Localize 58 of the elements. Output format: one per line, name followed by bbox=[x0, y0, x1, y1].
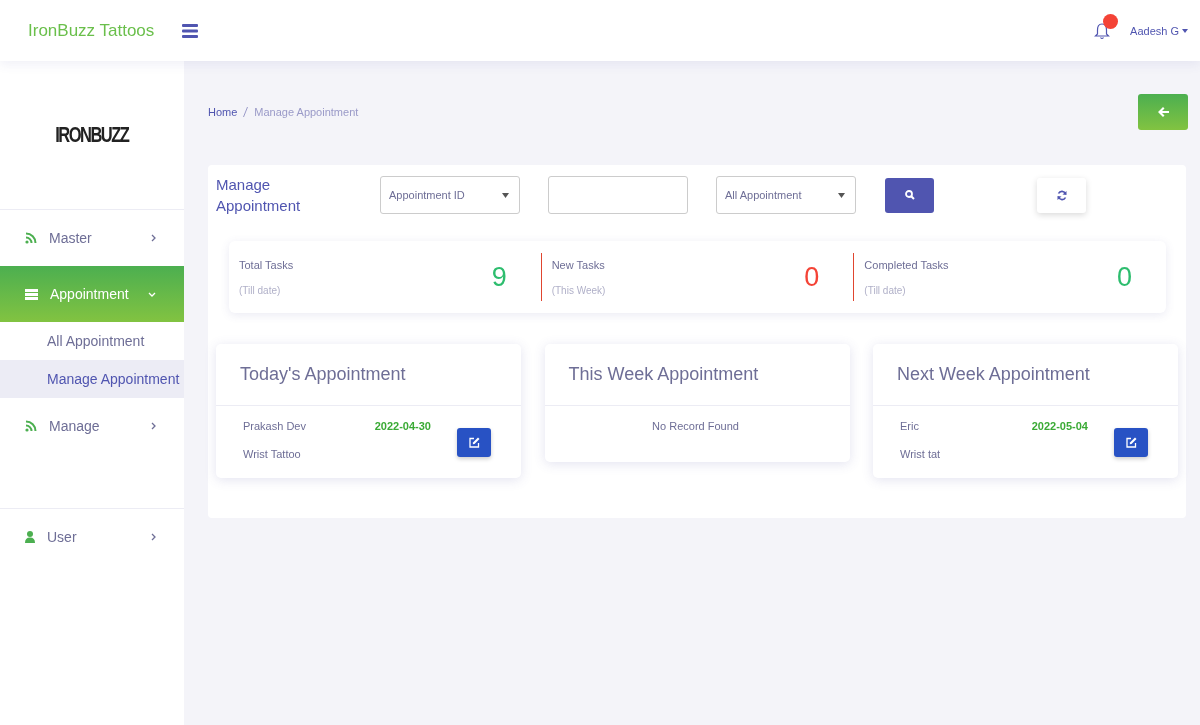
chevron-down-icon bbox=[148, 291, 156, 297]
chevron-right-icon bbox=[151, 422, 156, 430]
empty-message: No Record Found bbox=[651, 420, 740, 434]
breadcrumb-separator-icon bbox=[243, 107, 249, 117]
chevron-right-icon bbox=[151, 234, 156, 242]
user-menu[interactable]: Aadesh G bbox=[1130, 24, 1179, 37]
breadcrumb-item[interactable]: Home bbox=[208, 106, 238, 118]
edit-button[interactable] bbox=[457, 427, 491, 457]
stat-label: Total Tasks bbox=[239, 258, 294, 271]
caret-down-icon bbox=[838, 192, 845, 198]
submenu-item[interactable]: Manage Appointment bbox=[0, 360, 184, 398]
logo: IRONBUZZ bbox=[55, 122, 129, 148]
edit-icon bbox=[468, 436, 480, 448]
breadcrumb-item: Manage Appointment bbox=[254, 106, 359, 118]
appointment-date: 2022-04-30 bbox=[374, 420, 431, 432]
search-input[interactable] bbox=[548, 176, 688, 214]
appointment-type-select[interactable]: All Appointment bbox=[716, 176, 856, 214]
panel-title: Next Week Appointment bbox=[873, 344, 1178, 406]
stat-label: New Tasks bbox=[551, 258, 606, 271]
sidebar-label: User bbox=[47, 529, 78, 545]
section-title: Manage Appointment bbox=[216, 175, 302, 216]
sidebar-label: Manage bbox=[49, 418, 101, 434]
arrow-left-icon bbox=[1157, 107, 1169, 117]
service-name: Wrist Tattoo bbox=[243, 448, 302, 460]
caret-down-icon bbox=[1182, 28, 1188, 33]
menu-icon[interactable] bbox=[182, 23, 199, 38]
edit-icon bbox=[1125, 436, 1137, 448]
search-icon bbox=[904, 190, 915, 200]
bell-icon[interactable] bbox=[1094, 21, 1111, 40]
panel-title: Today's Appointment bbox=[216, 344, 521, 406]
stat-period: (Till date) bbox=[864, 284, 907, 296]
search-button[interactable] bbox=[885, 177, 934, 213]
user-icon bbox=[25, 531, 35, 543]
appointment-id-select[interactable]: Appointment ID bbox=[380, 176, 520, 214]
stat-value: 9 bbox=[491, 261, 507, 293]
submenu-item[interactable]: All Appointment bbox=[0, 322, 184, 360]
stat-period: (Till date) bbox=[239, 284, 282, 296]
refresh-icon bbox=[1056, 189, 1067, 201]
edit-button[interactable] bbox=[1114, 427, 1148, 457]
sidebar-label: Master bbox=[49, 230, 93, 246]
rss-icon bbox=[25, 232, 37, 244]
stat-period: (This Week) bbox=[551, 284, 606, 296]
server-icon bbox=[25, 288, 38, 300]
sidebar-label: Appointment bbox=[50, 286, 130, 302]
sidebar-item[interactable]: Master bbox=[0, 210, 184, 266]
appointment-date: 2022-05-04 bbox=[1031, 420, 1088, 432]
client-name: Prakash Dev bbox=[243, 420, 306, 432]
sidebar-item[interactable]: User bbox=[0, 509, 184, 565]
stat-label: Completed Tasks bbox=[864, 258, 949, 271]
caret-down-icon bbox=[502, 192, 509, 198]
panel-title: This Week Appointment bbox=[544, 344, 850, 406]
chevron-right-icon bbox=[151, 533, 156, 541]
rss-icon bbox=[25, 420, 37, 432]
sidebar-item[interactable]: Manage bbox=[0, 398, 184, 454]
service-name: Wrist tat bbox=[900, 448, 942, 460]
client-name: Eric bbox=[900, 420, 919, 432]
stat-value: 0 bbox=[1117, 261, 1132, 293]
stat-value: 0 bbox=[804, 261, 820, 293]
